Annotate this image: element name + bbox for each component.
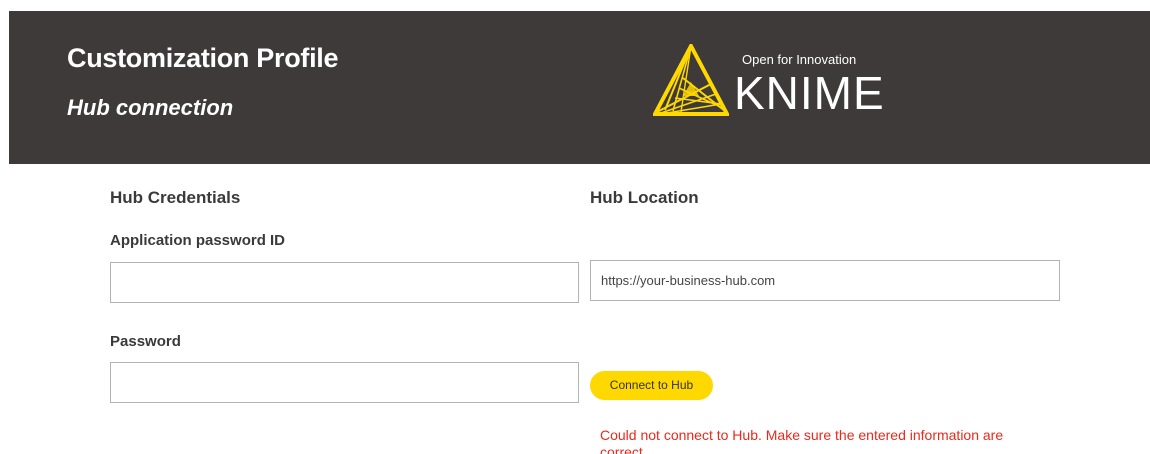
logo-tagline: Open for Innovation [742,52,857,67]
knime-logo: Open for Innovation KNIME [653,44,933,119]
knime-triangle-logo-icon [653,44,729,116]
logo-wordmark: KNIME [734,67,885,119]
password-input[interactable] [110,362,579,403]
connect-to-hub-button[interactable]: Connect to Hub [590,371,713,400]
customization-profile-page: Customization Profile Hub connection Ope… [0,0,1150,454]
connection-error-message: Could not connect to Hub. Make sure the … [600,427,1004,454]
hub-location-heading: Hub Location [590,188,699,207]
hub-url-input[interactable] [590,260,1060,301]
app-password-id-input[interactable] [110,262,579,303]
page-subtitle: Hub connection [67,95,234,120]
app-password-id-label: Application password ID [110,232,286,249]
hub-credentials-heading: Hub Credentials [110,188,241,207]
password-label: Password [110,333,181,350]
page-header: Customization Profile Hub connection Ope… [9,11,1150,164]
page-title: Customization Profile [67,43,339,73]
